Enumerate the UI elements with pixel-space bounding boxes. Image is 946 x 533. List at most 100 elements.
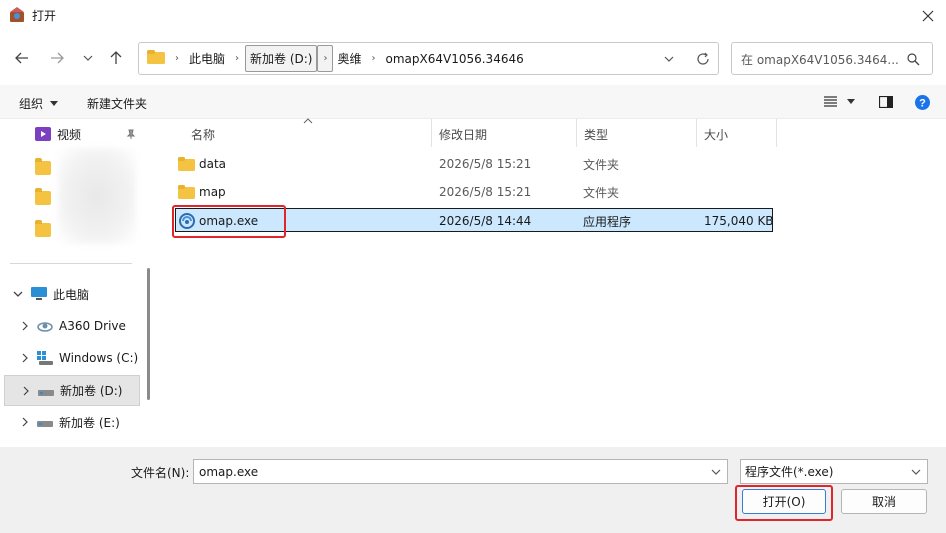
recent-locations-button[interactable]	[75, 45, 101, 71]
table-row[interactable]: data 2026/5/8 15:21 文件夹	[175, 152, 773, 176]
back-button[interactable]	[9, 45, 35, 71]
file-date: 2026/5/8 15:21	[439, 185, 532, 199]
breadcrumb-drive-d[interactable]: 新加卷 (D:)	[245, 45, 318, 72]
nav-item-drive-d[interactable]: 新加卷 (D:)	[4, 375, 140, 406]
chevron-right-icon[interactable]	[21, 417, 29, 427]
list-view-icon[interactable]	[824, 96, 837, 107]
app-icon	[8, 6, 26, 24]
column-header-size[interactable]: 大小	[704, 123, 728, 145]
file-type: 应用程序	[583, 214, 632, 229]
close-icon	[922, 10, 934, 21]
nav-item-label: 新加卷 (E:)	[59, 415, 120, 430]
search-icon[interactable]	[907, 53, 920, 66]
column-divider[interactable]	[696, 119, 697, 147]
pin-icon[interactable]	[126, 129, 136, 139]
column-header-type[interactable]: 类型	[584, 123, 608, 145]
highlight-box	[735, 485, 833, 521]
breadcrumb-separator[interactable]: ›	[169, 45, 185, 72]
chevron-right-icon[interactable]	[21, 321, 29, 331]
cloud-drive-icon	[37, 319, 53, 333]
filename-label: 文件名(N):	[131, 466, 190, 480]
new-folder-button[interactable]: 新建文件夹	[87, 95, 147, 112]
nav-item-label: 视频	[57, 127, 82, 142]
drive-icon	[38, 384, 54, 398]
search-box[interactable]: 在 omapX64V1056.3464...	[731, 42, 933, 75]
forward-button[interactable]	[44, 45, 70, 71]
chevron-down-icon[interactable]	[711, 469, 721, 476]
video-icon	[35, 127, 51, 141]
file-type: 文件夹	[583, 185, 620, 200]
chevron-down-icon[interactable]	[13, 289, 23, 299]
nav-item-windows-c[interactable]: Windows (C:)	[0, 344, 142, 372]
table-row[interactable]: map 2026/5/8 15:21 文件夹	[175, 180, 773, 204]
view-options[interactable]	[824, 96, 855, 107]
filetype-select[interactable]: 程序文件(*.exe)	[740, 459, 928, 484]
filetype-value: 程序文件(*.exe)	[745, 465, 834, 479]
breadcrumb-current-folder[interactable]: omapX64V1056.34646	[382, 43, 528, 74]
column-divider[interactable]	[576, 119, 577, 147]
arrow-up-icon	[110, 51, 122, 64]
help-button[interactable]: ?	[915, 95, 930, 113]
filename-field[interactable]: omap.exe	[193, 459, 728, 484]
breadcrumb-separator[interactable]: ›	[366, 45, 382, 72]
cancel-button[interactable]: 取消	[841, 489, 927, 514]
nav-item-drive-e[interactable]: 新加卷 (E:)	[0, 408, 142, 436]
address-bar[interactable]: › 此电脑 › 新加卷 (D:) › 奥维 › omapX64V1056.346…	[138, 42, 719, 75]
computer-icon	[31, 287, 47, 301]
caret-down-icon	[50, 101, 59, 106]
file-type: 文件夹	[583, 157, 620, 172]
column-divider[interactable]	[776, 119, 777, 147]
preview-pane-button[interactable]	[878, 95, 894, 111]
column-header-date[interactable]: 修改日期	[439, 123, 487, 145]
folder-icon	[35, 158, 51, 175]
nav-item-label: 此电脑	[53, 287, 90, 302]
folder-icon	[35, 188, 51, 205]
redacted-area	[58, 148, 136, 244]
chevron-down-icon	[911, 469, 921, 475]
folder-icon	[35, 220, 51, 237]
breadcrumb-separator[interactable]: ›	[317, 45, 334, 72]
nav-item-label: Windows (C:)	[59, 351, 139, 365]
breadcrumb-separator[interactable]: ›	[229, 45, 245, 72]
file-date: 2026/5/8 14:44	[439, 214, 532, 228]
folder-icon	[147, 50, 165, 67]
nav-item-this-pc[interactable]: 此电脑	[0, 280, 142, 308]
organize-button[interactable]: 组织	[19, 95, 59, 112]
chevron-right-icon[interactable]	[22, 386, 30, 396]
nav-item-label: 新加卷 (D:)	[60, 384, 123, 398]
nav-item-label: A360 Drive	[59, 319, 126, 333]
filename-value[interactable]: omap.exe	[199, 465, 258, 479]
windows-drive-icon	[37, 351, 53, 365]
nav-scrollbar[interactable]	[147, 268, 150, 400]
chevron-right-icon[interactable]	[21, 353, 29, 363]
help-icon: ?	[915, 95, 930, 110]
preview-pane-icon	[878, 95, 894, 109]
folder-icon	[178, 180, 195, 204]
sort-ascending-icon	[303, 118, 313, 124]
chevron-down-icon	[83, 55, 93, 61]
file-name: data	[199, 157, 227, 171]
caret-down-icon[interactable]	[847, 99, 855, 104]
title-bar	[0, 0, 946, 31]
up-button[interactable]	[103, 45, 129, 71]
chevron-down-icon[interactable]	[664, 54, 674, 64]
arrow-left-icon	[15, 52, 28, 64]
column-header-name[interactable]: 名称	[191, 123, 215, 145]
breadcrumb-aowei[interactable]: 奥维	[333, 43, 365, 74]
folder-icon	[178, 152, 195, 176]
file-size: 175,040 KB	[704, 214, 774, 228]
breadcrumb-this-pc[interactable]: 此电脑	[185, 43, 229, 74]
close-button[interactable]	[910, 0, 946, 31]
file-name: map	[199, 185, 226, 199]
nav-divider	[10, 263, 132, 264]
nav-item-videos[interactable]: 视频	[0, 120, 142, 148]
window-title: 打开	[32, 9, 57, 23]
search-placeholder[interactable]: 在 omapX64V1056.3464...	[741, 51, 899, 68]
file-date: 2026/5/8 15:21	[439, 157, 532, 171]
organize-label: 组织	[19, 97, 44, 111]
arrow-right-icon	[51, 52, 64, 64]
column-divider[interactable]	[431, 119, 432, 147]
svg-text:?: ?	[919, 98, 926, 110]
nav-item-a360-drive[interactable]: A360 Drive	[0, 312, 142, 340]
refresh-icon[interactable]	[696, 52, 710, 66]
